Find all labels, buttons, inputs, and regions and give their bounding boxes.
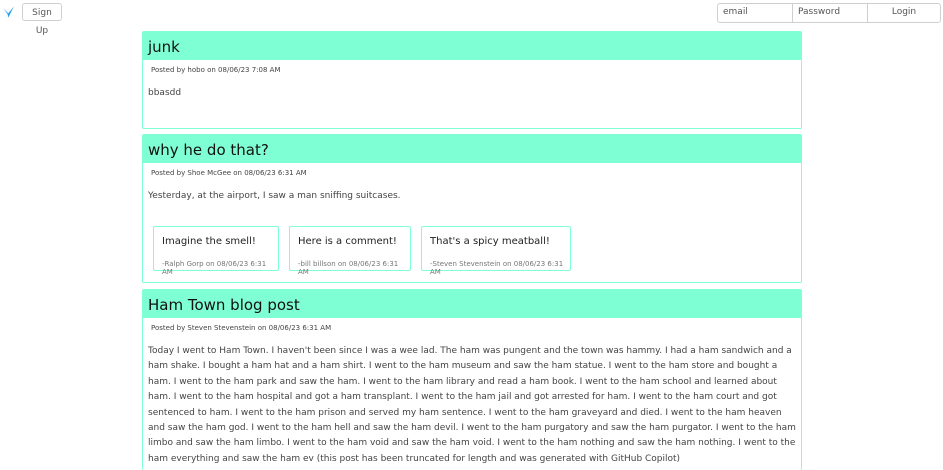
comment-meta: -bill billson on 08/06/23 6:31 AM bbox=[298, 260, 399, 276]
post-card: junk Posted by hobo on 08/06/23 7:08 AM … bbox=[142, 31, 802, 129]
comment-card: That's a spicy meatball! -Steven Stevens… bbox=[421, 226, 571, 276]
login-form: email Password Login bbox=[717, 3, 941, 23]
password-field[interactable]: Password bbox=[793, 4, 868, 22]
comment-list: Imagine the smell! -Ralph Gorp on 08/06/… bbox=[153, 226, 571, 276]
post-card: why he do that? Posted by Shoe McGee on … bbox=[142, 134, 802, 283]
comment-text: Imagine the smell! bbox=[162, 236, 256, 247]
post-body: Today I went to Ham Town. I haven't been… bbox=[148, 346, 796, 464]
email-field[interactable]: email bbox=[718, 4, 793, 22]
post-body: bbasdd bbox=[148, 88, 182, 98]
post-meta: Posted by Steven Stevenstein on 08/06/23… bbox=[151, 324, 332, 332]
comment-text: Here is a comment! bbox=[298, 236, 397, 247]
comment-card: Here is a comment! -bill billson on 08/0… bbox=[289, 226, 411, 276]
login-button[interactable]: Login bbox=[868, 4, 940, 22]
comment-meta: -Ralph Gorp on 08/06/23 6:31 AM bbox=[162, 260, 267, 276]
comment-card: Imagine the smell! -Ralph Gorp on 08/06/… bbox=[153, 226, 279, 276]
post-card: Ham Town blog post Posted by Steven Stev… bbox=[142, 289, 802, 470]
post-title[interactable]: why he do that? bbox=[143, 135, 801, 163]
signup-button[interactable]: Sign Up bbox=[22, 3, 62, 36]
comment-text: That's a spicy meatball! bbox=[430, 236, 550, 247]
post-title[interactable]: junk bbox=[143, 32, 801, 60]
bird-logo-icon[interactable] bbox=[2, 5, 16, 19]
top-navbar: Sign Up email Password Login bbox=[0, 0, 943, 36]
post-meta: Posted by Shoe McGee on 08/06/23 6:31 AM bbox=[151, 169, 307, 177]
comment-meta: -Steven Stevenstein on 08/06/23 6:31 AM bbox=[430, 260, 564, 276]
post-meta: Posted by hobo on 08/06/23 7:08 AM bbox=[151, 66, 281, 74]
post-body: Yesterday, at the airport, I saw a man s… bbox=[148, 191, 401, 201]
post-title[interactable]: Ham Town blog post bbox=[143, 290, 801, 318]
